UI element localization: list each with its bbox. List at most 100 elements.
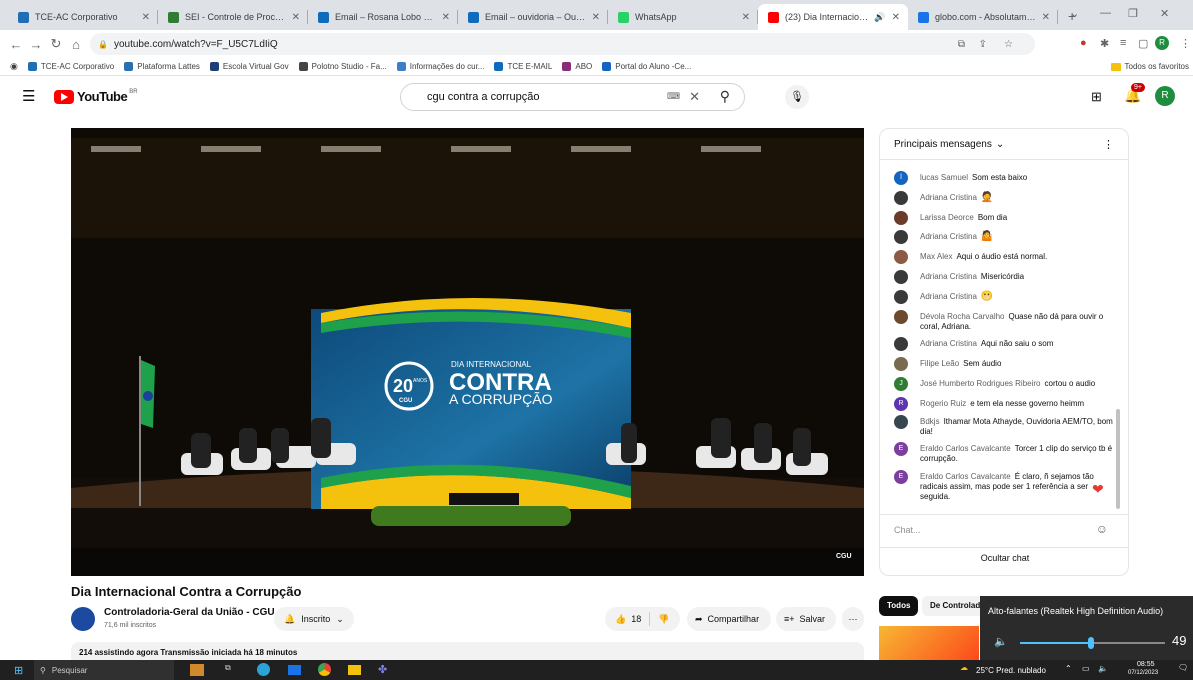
taskbar-search[interactable]: ⚲ Pesquisar xyxy=(34,660,174,680)
browser-menu-icon[interactable]: ⋮ xyxy=(1180,37,1191,50)
teams-icon[interactable]: ✤ xyxy=(378,663,387,676)
save-button[interactable]: ≡+ Salvar xyxy=(776,607,836,631)
bookmark-item[interactable]: Informações do cur... xyxy=(396,62,484,71)
weather-text[interactable]: 25°C Pred. nublado xyxy=(976,666,1046,675)
description-box[interactable]: 214 assistindo agora Transmissão iniciad… xyxy=(71,642,864,660)
browser-tab[interactable]: TCE-AC Corporativo ✕ xyxy=(8,4,158,30)
chat-author-name[interactable]: Eraldo Carlos Cavalcante xyxy=(920,472,1011,481)
close-window-icon[interactable]: ✕ xyxy=(1160,7,1169,20)
hamburger-menu-icon[interactable]: ☰ xyxy=(22,87,35,105)
chat-author-name[interactable]: Adriana Cristina xyxy=(920,292,977,301)
browser-tab[interactable]: (23) Dia Internacional Con🔊 ✕ xyxy=(758,4,908,30)
chat-author-avatar[interactable]: l xyxy=(894,171,908,185)
forward-arrow-icon[interactable]: → xyxy=(26,37,46,52)
browser-tab[interactable]: Email – ouvidoria – Outlook ✕ xyxy=(458,4,608,30)
task-view-icon[interactable]: ⧉ xyxy=(225,663,231,673)
close-tab-icon[interactable]: ✕ xyxy=(142,12,150,23)
chrome-icon[interactable] xyxy=(318,663,331,676)
chat-author-avatar[interactable] xyxy=(894,191,908,205)
chat-author-name[interactable]: Adriana Cristina xyxy=(920,193,977,202)
bookmark-item[interactable]: TCE-AC Corporativo xyxy=(27,62,114,71)
chat-author-avatar[interactable] xyxy=(894,310,908,324)
thumbs-down-icon[interactable]: 👎 xyxy=(658,614,669,625)
browser-tab[interactable]: globo.com - Absolutamente tu ✕ xyxy=(908,4,1058,30)
youtube-avatar[interactable]: R xyxy=(1155,86,1175,106)
close-tab-icon[interactable]: ✕ xyxy=(742,12,750,23)
reading-list-icon[interactable]: ≡ xyxy=(1120,37,1126,49)
address-bar[interactable]: 🔒 youtube.com/watch?v=F_U5C7LdIiQ ⧉ ⇪ ☆ xyxy=(90,33,1035,55)
share-button[interactable]: ➦ Compartilhar xyxy=(687,607,771,631)
bookmark-item[interactable]: Portal do Aluno -Ce... xyxy=(602,62,691,71)
chat-author-name[interactable]: Filipe Leão xyxy=(920,359,959,368)
chat-author-avatar[interactable] xyxy=(894,357,908,371)
extensions-puzzle-icon[interactable]: ✱ xyxy=(1100,37,1109,50)
voice-search-icon[interactable]: 🎙 xyxy=(785,85,809,109)
chat-author-name[interactable]: Dévola Rocha Carvalho xyxy=(920,312,1005,321)
reload-icon[interactable]: ↻ xyxy=(46,36,66,52)
restore-icon[interactable]: ❐ xyxy=(1128,7,1138,20)
chat-author-avatar[interactable]: E xyxy=(894,442,908,456)
video-player[interactable]: 20 ANOS CGU DIA INTERNACIONAL CONTRA A C… xyxy=(71,128,864,576)
chat-author-name[interactable]: Bdkjs xyxy=(920,417,940,426)
tab-search-chevron-icon[interactable]: ⌄ xyxy=(1070,7,1079,20)
back-arrow-icon[interactable]: ← xyxy=(6,37,26,52)
file-explorer-icon[interactable] xyxy=(348,665,361,675)
chat-scrollbar[interactable] xyxy=(1116,409,1120,509)
youtube-logo[interactable]: YouTube BR xyxy=(54,89,138,104)
chat-author-name[interactable]: Larissa Deorce xyxy=(920,213,974,222)
more-actions-button[interactable]: ⋯ xyxy=(842,607,864,631)
edge-icon[interactable] xyxy=(257,663,270,676)
chat-author-avatar[interactable] xyxy=(894,415,908,429)
keyboard-icon[interactable]: ⌨ xyxy=(667,91,680,102)
bookmark-item[interactable]: ABO xyxy=(562,62,592,71)
chip-all[interactable]: Todos xyxy=(879,596,919,616)
create-video-icon[interactable]: ⊞ xyxy=(1091,89,1102,105)
chat-author-name[interactable]: Rogerio Ruiz xyxy=(920,399,966,408)
share-page-icon[interactable]: ⇪ xyxy=(979,39,987,50)
chat-author-avatar[interactable] xyxy=(894,250,908,264)
hide-chat-button[interactable]: Ocultar chat xyxy=(880,553,1128,563)
profile-avatar[interactable]: R xyxy=(1155,36,1169,50)
close-tab-icon[interactable]: ✕ xyxy=(892,12,900,23)
chat-input[interactable]: Chat... xyxy=(894,520,1084,540)
chat-author-name[interactable]: lucas Samuel xyxy=(920,173,968,182)
related-thumbnail[interactable] xyxy=(879,626,979,660)
chat-author-avatar[interactable] xyxy=(894,211,908,225)
channel-name[interactable]: Controladoria-Geral da União - CGU xyxy=(104,607,275,618)
clock-time[interactable]: 08:55 xyxy=(1137,661,1155,668)
chat-author-name[interactable]: Eraldo Carlos Cavalcante xyxy=(920,444,1011,453)
chip-channel[interactable]: De Controlad xyxy=(922,596,989,616)
audio-playing-icon[interactable]: 🔊 xyxy=(874,12,885,23)
install-app-icon[interactable]: ⧉ xyxy=(958,39,965,50)
volume-tray-icon[interactable]: 🔈 xyxy=(1098,664,1108,673)
mail-icon[interactable] xyxy=(288,665,301,675)
browser-tab[interactable]: SEI - Controle de Processos ✕ xyxy=(158,4,308,30)
search-input[interactable]: cgu contra a corrupção ⌨ ✕ ⚲ xyxy=(400,83,745,111)
volume-slider-thumb[interactable] xyxy=(1088,637,1095,649)
chat-author-name[interactable]: Adriana Cristina xyxy=(920,339,977,348)
bookmark-item[interactable]: TCE E-MAIL xyxy=(494,62,552,71)
chat-author-name[interactable]: José Humberto Rodrigues Ribeiro xyxy=(920,379,1041,388)
chat-header[interactable]: Principais mensagens ⌄ xyxy=(894,139,1004,150)
network-icon[interactable]: ▭ xyxy=(1082,664,1090,673)
minimize-icon[interactable]: — xyxy=(1100,7,1111,19)
like-button[interactable]: 👍 18 xyxy=(605,614,641,625)
bookmarks-apps-icon[interactable]: ◉ xyxy=(10,61,18,72)
side-panel-icon[interactable]: ▢ xyxy=(1138,37,1148,50)
chat-author-avatar[interactable] xyxy=(894,230,908,244)
taskbar-app-icon[interactable] xyxy=(190,664,204,676)
chat-author-avatar[interactable]: E xyxy=(894,470,908,484)
search-icon[interactable]: ⚲ xyxy=(720,88,730,105)
close-tab-icon[interactable]: ✕ xyxy=(442,12,450,23)
extension-icon[interactable]: ● xyxy=(1080,37,1087,49)
bookmark-item[interactable]: Polotno Studio - Fa... xyxy=(298,62,387,71)
browser-tab[interactable]: WhatsApp ✕ xyxy=(608,4,758,30)
close-tab-icon[interactable]: ✕ xyxy=(592,12,600,23)
chat-author-avatar[interactable] xyxy=(894,270,908,284)
clear-search-icon[interactable]: ✕ xyxy=(689,89,700,105)
chat-author-name[interactable]: Max Alex xyxy=(920,252,952,261)
notifications-icon[interactable]: 🗨 xyxy=(1178,663,1188,672)
chat-author-avatar[interactable]: R xyxy=(894,397,908,411)
chat-menu-icon[interactable]: ⋮ xyxy=(1103,138,1114,151)
volume-slider[interactable] xyxy=(1020,637,1165,649)
